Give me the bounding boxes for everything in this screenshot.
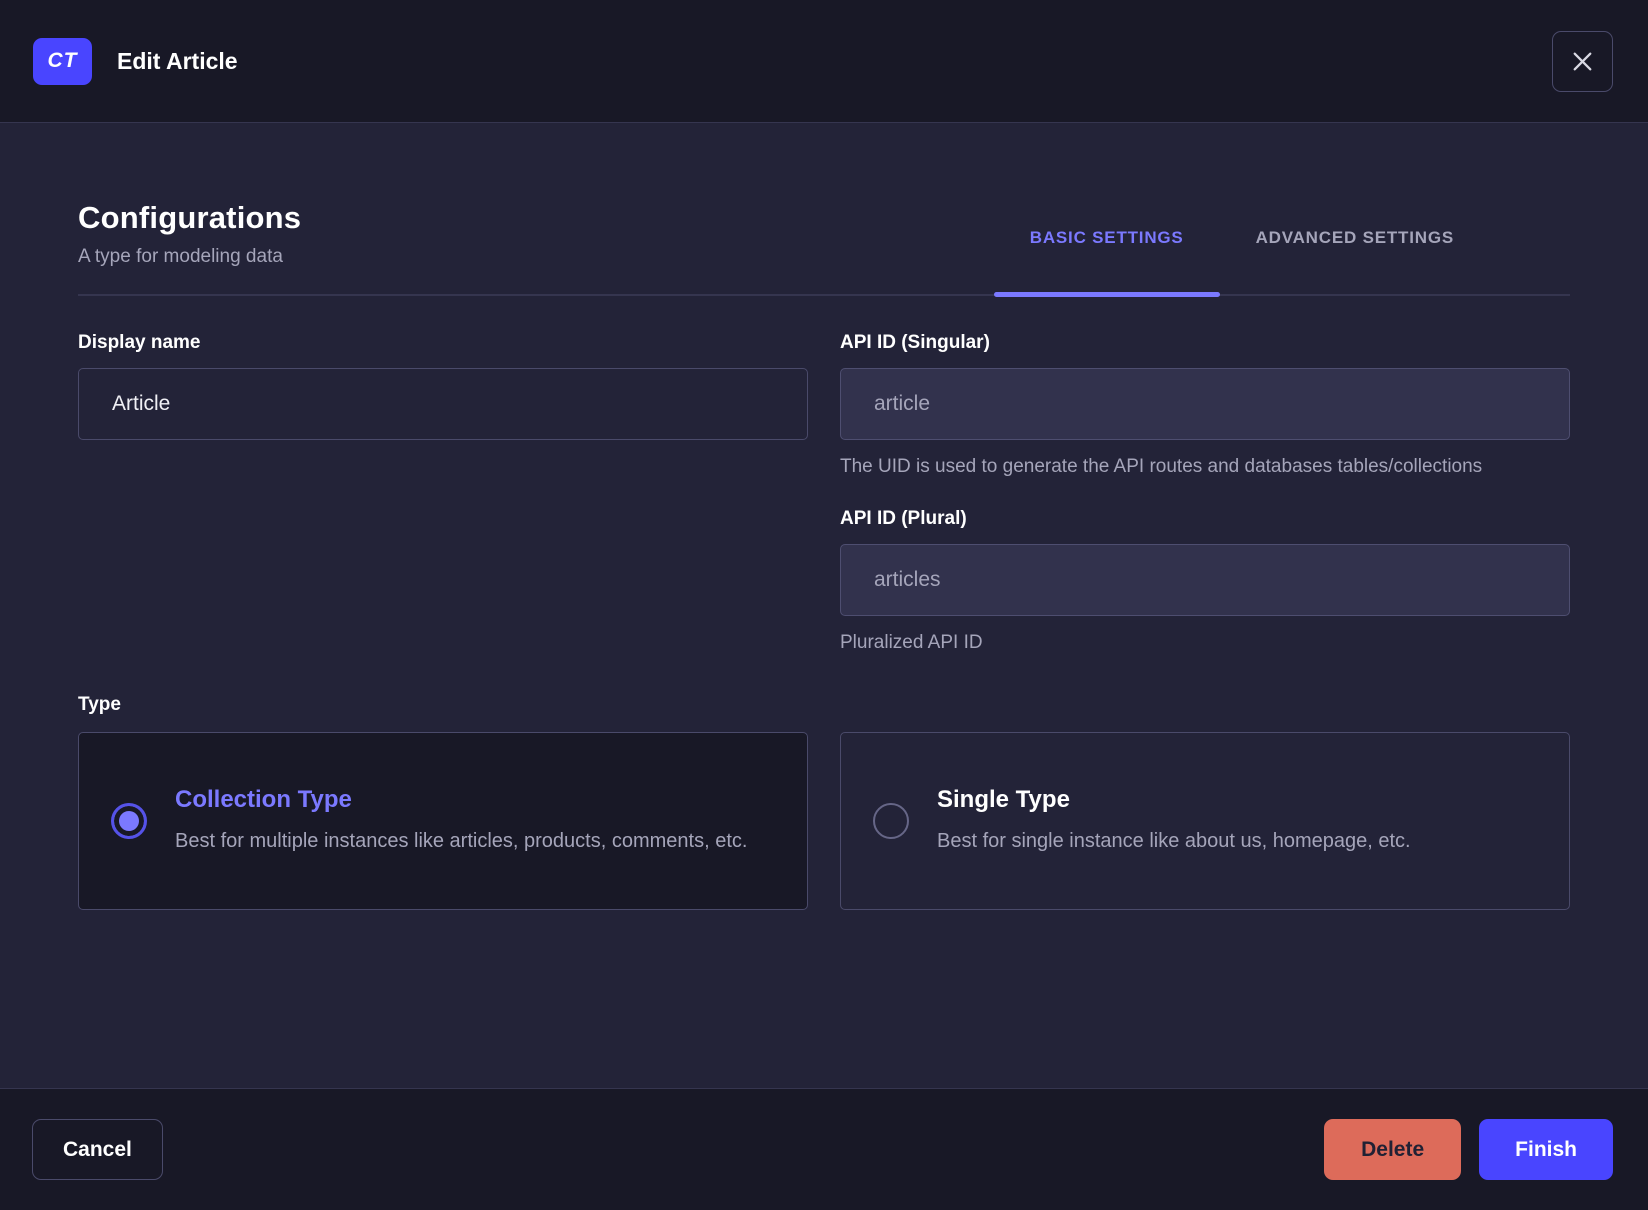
type-label: Type: [78, 694, 121, 715]
page-title: Configurations: [78, 200, 302, 235]
tab-advanced-settings[interactable]: ADVANCED SETTINGS: [1220, 228, 1490, 294]
collection-type-description: Best for multiple instances like article…: [175, 830, 748, 852]
settings-tabs: BASIC SETTINGS ADVANCED SETTINGS: [993, 228, 1490, 297]
section-head-left: Configurations A type for modeling data: [78, 200, 301, 294]
collection-type-title: Collection Type: [175, 786, 352, 813]
display-name-label: Display name: [78, 332, 201, 353]
content-type-badge: CT: [33, 37, 92, 85]
page-subtitle: A type for modeling data: [78, 246, 283, 267]
content-type-badge-label: CT: [47, 49, 78, 72]
cancel-button[interactable]: Cancel: [32, 1119, 163, 1180]
api-id-plural-hint: Pluralized API ID: [840, 632, 983, 653]
single-type-title: Single Type: [937, 786, 1070, 813]
collection-type-radio[interactable]: [111, 803, 147, 839]
api-id-singular-label: API ID (Singular): [840, 332, 990, 353]
display-name-field-group: Display name: [78, 332, 808, 482]
api-id-plural-input[interactable]: [840, 544, 1570, 616]
modal-header: CT Edit Article: [0, 0, 1648, 123]
modal-title: Edit Article: [117, 47, 238, 74]
type-options: Collection Type Best for multiple instan…: [78, 732, 1570, 910]
close-icon: [1569, 48, 1596, 75]
single-type-radio[interactable]: [873, 803, 909, 839]
close-button[interactable]: [1552, 30, 1613, 92]
collection-type-card[interactable]: Collection Type Best for multiple instan…: [78, 732, 808, 910]
modal-body: Configurations A type for modeling data …: [0, 123, 1648, 1088]
modal-footer: Cancel Delete Finish: [0, 1088, 1648, 1210]
collection-type-text: Collection Type Best for multiple instan…: [175, 786, 747, 856]
edit-article-modal: CT Edit Article Configurations A type fo…: [0, 0, 1648, 1210]
delete-button[interactable]: Delete: [1324, 1119, 1462, 1180]
single-type-text: Single Type Best for single instance lik…: [937, 786, 1411, 856]
section-head: Configurations A type for modeling data …: [78, 200, 1570, 297]
tab-basic-settings[interactable]: BASIC SETTINGS: [993, 228, 1220, 297]
finish-button[interactable]: Finish: [1479, 1119, 1613, 1180]
api-id-singular-input[interactable]: [840, 368, 1570, 440]
api-id-singular-hint: The UID is used to generate the API rout…: [840, 456, 1483, 477]
api-id-plural-label: API ID (Plural): [840, 508, 967, 529]
api-id-singular-field-group: API ID (Singular) The UID is used to gen…: [840, 332, 1570, 482]
single-type-description: Best for single instance like about us, …: [937, 830, 1411, 852]
form-grid: Display name API ID (Singular) The UID i…: [78, 332, 1570, 658]
single-type-card[interactable]: Single Type Best for single instance lik…: [840, 732, 1570, 910]
api-id-plural-field-group: API ID (Plural) Pluralized API ID: [840, 508, 1570, 658]
display-name-input[interactable]: [78, 368, 808, 440]
